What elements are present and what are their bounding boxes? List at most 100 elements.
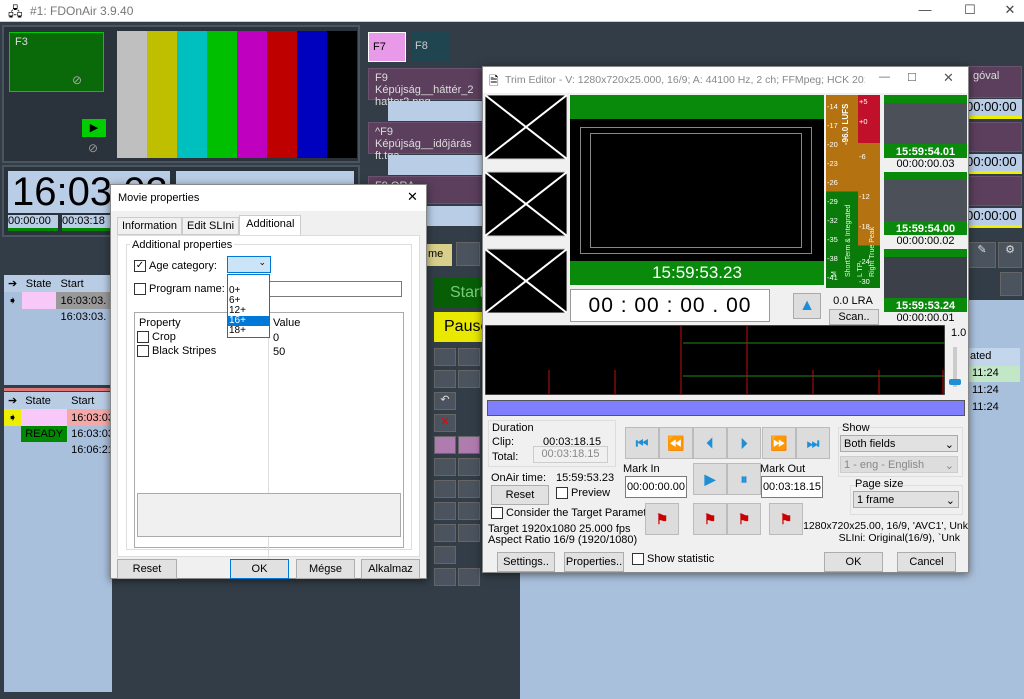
go-start-icon[interactable]: ⏮: [625, 427, 659, 459]
minimize-button[interactable]: —: [879, 71, 890, 83]
col-header[interactable]: Start: [56, 275, 112, 292]
film-icon[interactable]: [434, 348, 456, 366]
name-button[interactable]: me: [426, 244, 452, 266]
swap-icon[interactable]: [458, 348, 480, 366]
pause-button[interactable]: Pause: [434, 312, 489, 342]
table-row[interactable]: READY 16:03:03.: [4, 426, 121, 442]
table-row[interactable]: 16:06:21.: [4, 442, 121, 458]
go-end-icon[interactable]: ⏭: [796, 427, 830, 459]
next-frame-icon[interactable]: ⏵: [727, 427, 761, 459]
table-row[interactable]: ➧ 16:03:03.: [4, 409, 121, 426]
split-icon[interactable]: [458, 502, 480, 520]
thumbnail[interactable]: 15:59:54.00: [884, 172, 967, 235]
start-button[interactable]: Start: [434, 278, 484, 308]
consider-target-checkbox[interactable]: Consider the Target Parameters: [491, 507, 662, 520]
maximize-button[interactable]: ☐: [907, 71, 917, 84]
tab-edit-slini[interactable]: Edit SLIni: [182, 217, 240, 235]
cancel-button[interactable]: Mégse: [296, 559, 355, 579]
right-item[interactable]: [966, 122, 1022, 152]
tool-icon[interactable]: [434, 480, 456, 498]
cancel-button[interactable]: Cancel: [897, 552, 956, 572]
person-icon[interactable]: [434, 436, 456, 454]
close-button[interactable]: ✕: [943, 70, 954, 86]
tool-icon[interactable]: [458, 480, 480, 498]
timeline-scrubber[interactable]: [487, 400, 965, 416]
gear-icon[interactable]: ⚙: [998, 242, 1022, 268]
list-redo-icon[interactable]: [458, 524, 480, 542]
settings-button[interactable]: Settings..: [497, 552, 555, 572]
pause-icon[interactable]: ⏸: [727, 463, 761, 495]
set-mark-out-icon[interactable]: ⚑: [727, 503, 761, 535]
tab-information[interactable]: Information: [117, 217, 183, 235]
delete-icon[interactable]: ✕: [434, 414, 456, 432]
tool-icon[interactable]: [1000, 272, 1022, 296]
play-button[interactable]: ▶: [82, 119, 106, 137]
f7-button[interactable]: F7: [368, 32, 406, 62]
prev-frame-icon[interactable]: ⏴: [693, 427, 727, 459]
ok-button[interactable]: OK: [824, 552, 883, 572]
f8-button[interactable]: F8: [411, 32, 449, 62]
table-row[interactable]: 16:03:03.: [4, 309, 112, 325]
name-edit-icon[interactable]: [456, 242, 480, 266]
set-mark-in-icon[interactable]: ⚑: [693, 503, 727, 535]
col-header[interactable]: State: [22, 275, 57, 292]
fast-forward-icon[interactable]: ⏩: [762, 427, 796, 459]
mark-out-input[interactable]: 00:03:18.15: [761, 476, 823, 498]
maximize-button[interactable]: ☐: [955, 2, 985, 18]
right-list-row[interactable]: 11:24: [968, 366, 1020, 382]
go-mark-in-icon[interactable]: ⚑: [645, 503, 679, 535]
reset-button[interactable]: Reset: [117, 559, 177, 579]
right-list-row[interactable]: 11:24: [968, 383, 1020, 399]
table-row[interactable]: ➧ 16:03:03.: [4, 292, 112, 309]
ok-button[interactable]: OK: [230, 559, 289, 579]
program-name-checkbox[interactable]: Program name:: [134, 283, 225, 296]
property-value[interactable]: 0: [273, 332, 279, 344]
clock-icon[interactable]: [458, 436, 480, 454]
preview-checkbox[interactable]: Preview: [556, 487, 610, 500]
playlist-item-bar[interactable]: [388, 101, 488, 121]
right-item[interactable]: [966, 176, 1022, 206]
property-value[interactable]: 50: [273, 346, 285, 358]
preview-monitor[interactable]: F3 ⊘: [9, 32, 104, 92]
black-stripes-row[interactable]: Black Stripes: [137, 345, 216, 358]
scan-button[interactable]: Scan..: [829, 309, 879, 325]
eject-icon[interactable]: ▲: [793, 293, 821, 319]
close-button[interactable]: ✕: [995, 2, 1024, 18]
program-name-input[interactable]: [268, 281, 402, 297]
page-size-select[interactable]: 1 frame ⌄: [853, 491, 959, 508]
thumbnail[interactable]: 15:59:53.24: [884, 249, 967, 312]
remove-line-icon[interactable]: [458, 568, 480, 586]
position-timecode[interactable]: 00 : 00 : 00 . 00: [570, 289, 770, 322]
close-button[interactable]: ✕: [407, 189, 418, 205]
enter-icon[interactable]: [458, 370, 480, 388]
age-category-dropdown[interactable]: ⌄: [227, 256, 271, 273]
exchange-icon[interactable]: [434, 546, 456, 564]
col-header[interactable]: State: [21, 392, 67, 409]
timer-off-icon[interactable]: [458, 458, 480, 476]
thumbnail[interactable]: 15:59:54.01: [884, 95, 967, 158]
right-list-row[interactable]: 11:24: [968, 400, 1020, 416]
playlist-item[interactable]: ^F9 Képújság__időjárás ft.tga: [368, 122, 488, 162]
pen-icon[interactable]: ✎: [968, 242, 996, 268]
show-statistic-checkbox[interactable]: Show statistic: [632, 553, 714, 566]
play-icon[interactable]: ▶: [693, 463, 727, 495]
age-category-checkbox[interactable]: ✓ Age category:: [134, 260, 217, 273]
mark-in-input[interactable]: 00:00:00.00: [625, 476, 687, 498]
playlist-item[interactable]: F9 Képújság__háttér_2 hatter2.png: [368, 68, 488, 108]
crop-row[interactable]: Crop: [137, 331, 176, 344]
show-select[interactable]: Both fields ⌄: [840, 435, 958, 452]
list-undo-icon[interactable]: [434, 524, 456, 542]
playlist-item-bar[interactable]: [388, 155, 488, 175]
right-item[interactable]: góval: [966, 66, 1022, 98]
timer-icon[interactable]: [434, 458, 456, 476]
age-option[interactable]: 18+: [228, 326, 269, 336]
back-icon[interactable]: [434, 370, 456, 388]
audio-track-select[interactable]: 1 - eng - English ⌄: [840, 456, 958, 473]
apply-button[interactable]: Alkalmaz: [361, 559, 420, 579]
undo-icon[interactable]: ↶: [434, 392, 456, 410]
tab-additional[interactable]: Additional: [239, 215, 302, 235]
hourglass-icon[interactable]: [434, 502, 456, 520]
minimize-button[interactable]: —: [910, 2, 940, 17]
properties-button[interactable]: Properties..: [564, 552, 624, 572]
zoom-slider[interactable]: [949, 347, 961, 387]
